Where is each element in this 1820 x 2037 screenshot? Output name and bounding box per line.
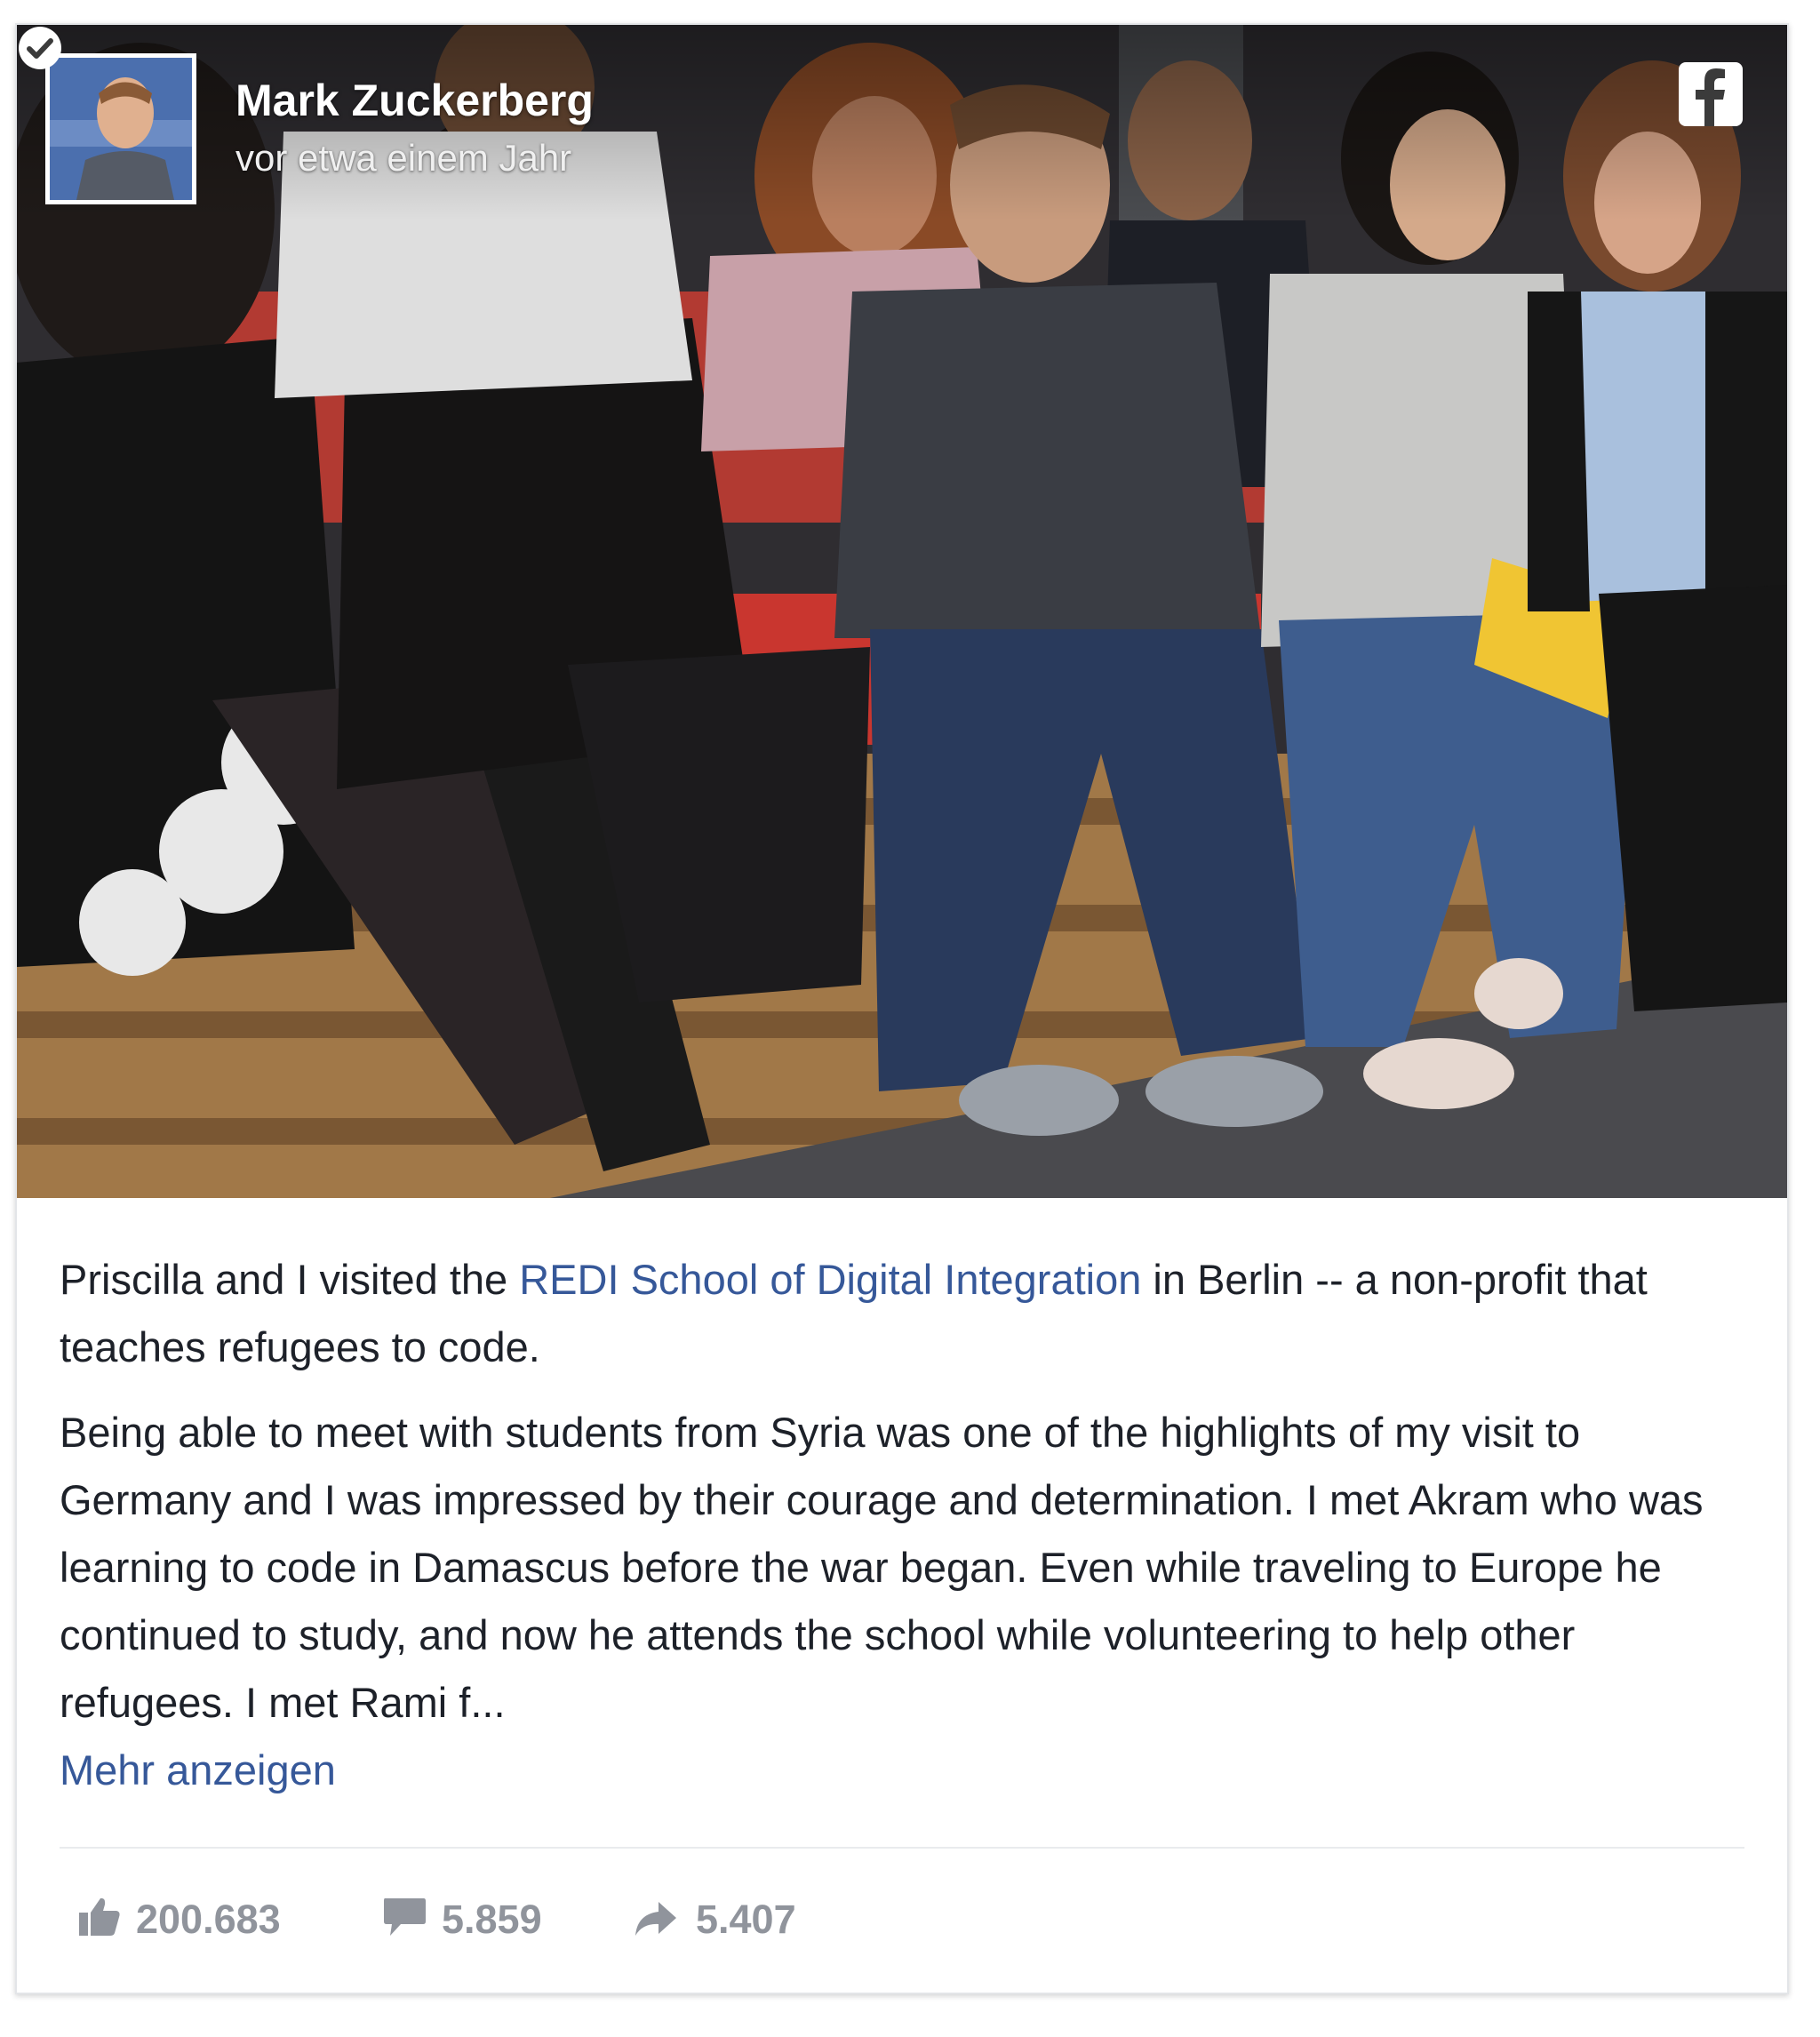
- author-avatar[interactable]: [45, 53, 196, 204]
- share-stat[interactable]: 5.407: [632, 1891, 827, 1945]
- avatar-illustration: [50, 58, 192, 200]
- embedded-post-card: Mark Zuckerberg vor etwa einem Jahr Pris…: [15, 23, 1789, 1994]
- share-arrow-icon: [635, 1902, 676, 1936]
- facebook-logo-icon[interactable]: [1679, 62, 1743, 126]
- redi-school-link[interactable]: REDI School of Digital Integration: [519, 1256, 1141, 1303]
- author-name[interactable]: Mark Zuckerberg: [235, 75, 594, 126]
- post-timestamp[interactable]: vor etwa einem Jahr: [235, 137, 571, 180]
- facebook-f-glyph: [1696, 68, 1725, 126]
- comment-bubble-icon: [384, 1898, 426, 1936]
- post-text: Priscilla and I visited the REDI School …: [60, 1246, 1757, 1804]
- verified-badge-icon: [19, 27, 61, 69]
- paragraph-1-start: Priscilla and I visited the: [60, 1256, 520, 1303]
- show-more-link[interactable]: Mehr anzeigen: [60, 1737, 1757, 1804]
- comment-stat[interactable]: 5.859: [381, 1891, 577, 1945]
- comment-count: 5.859: [442, 1897, 542, 1942]
- post-paragraph-2: Being able to meet with students from Sy…: [60, 1409, 1704, 1726]
- footer-divider: [60, 1847, 1744, 1849]
- post-photo[interactable]: Mark Zuckerberg vor etwa einem Jahr: [17, 25, 1787, 1198]
- post-paragraph-1: Priscilla and I visited the REDI School …: [60, 1246, 1757, 1381]
- share-count: 5.407: [696, 1897, 796, 1942]
- like-stat[interactable]: 200.683: [77, 1891, 299, 1945]
- thumbs-up-icon: [79, 1897, 120, 1936]
- like-count: 200.683: [136, 1897, 281, 1942]
